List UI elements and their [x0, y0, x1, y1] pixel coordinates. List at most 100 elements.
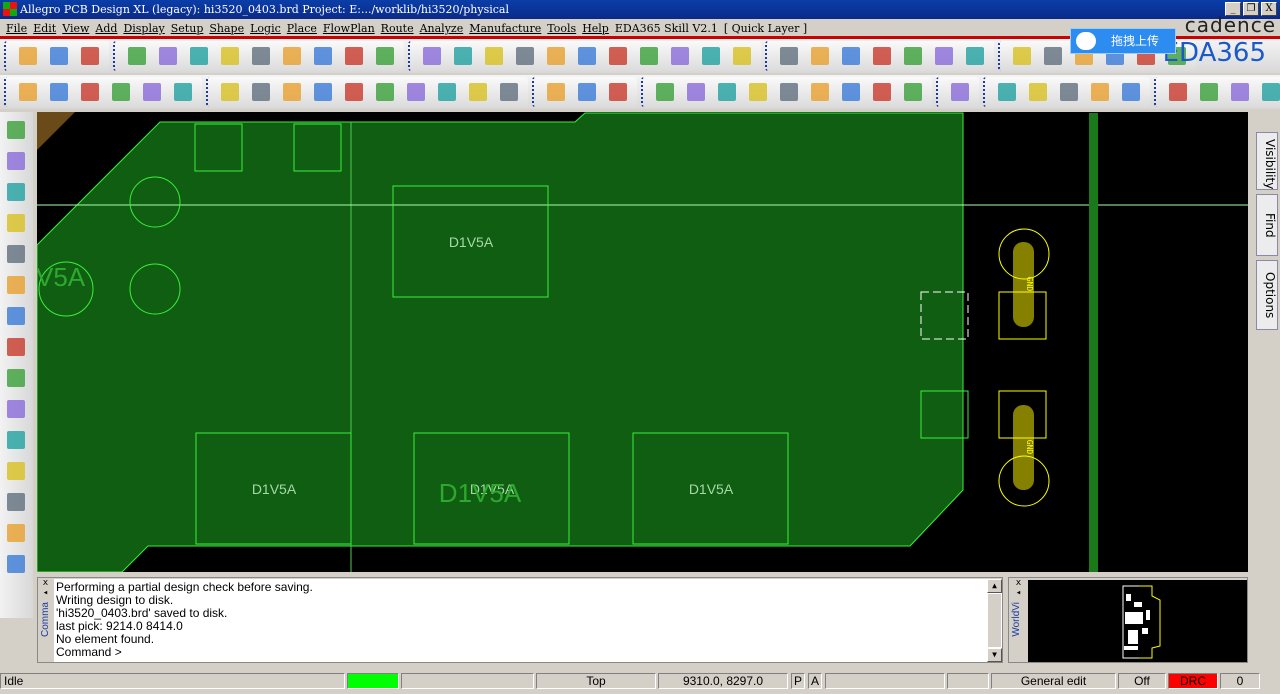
- edit-text-button[interactable]: [2, 551, 30, 577]
- delete-shape-button[interactable]: [495, 79, 522, 105]
- report-button[interactable]: [993, 79, 1020, 105]
- menu-add[interactable]: Add: [95, 22, 117, 35]
- layer-5-button[interactable]: [138, 79, 165, 105]
- collapse-icon[interactable]: ◂: [1011, 588, 1026, 598]
- open-folder-button[interactable]: [45, 43, 72, 69]
- line-button[interactable]: [2, 458, 30, 484]
- save-button[interactable]: [76, 43, 103, 69]
- menu-flowplan[interactable]: FlowPlan: [323, 22, 375, 35]
- down-arrow-button[interactable]: [247, 43, 274, 69]
- pin-button[interactable]: [371, 43, 398, 69]
- mail-button[interactable]: [1226, 79, 1253, 105]
- circle-button[interactable]: [278, 79, 305, 105]
- array-button[interactable]: [899, 79, 926, 105]
- help-button[interactable]: [1257, 79, 1280, 105]
- tab-options[interactable]: Options: [1256, 260, 1278, 330]
- add-text-button[interactable]: [2, 520, 30, 546]
- new-file-button[interactable]: [14, 43, 41, 69]
- menu-analyze[interactable]: Analyze: [420, 22, 464, 35]
- layer-2-button[interactable]: [45, 79, 72, 105]
- flip-view-button[interactable]: [728, 43, 755, 69]
- wrench-button[interactable]: [713, 79, 740, 105]
- round-square-button[interactable]: [433, 79, 460, 105]
- zoom-grid-button[interactable]: [418, 43, 445, 69]
- undo-button[interactable]: [216, 43, 243, 69]
- measure-button[interactable]: [1039, 43, 1066, 69]
- color-button[interactable]: [806, 43, 833, 69]
- menu-eda365-skill-v2-1[interactable]: EDA365 Skill V2.1: [615, 22, 718, 35]
- menu-quick-layer[interactable]: [ Quick Layer ]: [724, 22, 807, 35]
- menu-file[interactable]: File: [6, 22, 27, 35]
- delay-tune-button[interactable]: [2, 272, 30, 298]
- select-arrow-button[interactable]: [309, 79, 336, 105]
- menu-setup[interactable]: Setup: [171, 22, 204, 35]
- layers-button[interactable]: [837, 43, 864, 69]
- a-button[interactable]: A: [808, 673, 822, 689]
- move-button[interactable]: [123, 43, 150, 69]
- bus-button[interactable]: [2, 365, 30, 391]
- custom-route-button[interactable]: [2, 427, 30, 453]
- 3d-view-button[interactable]: [697, 43, 724, 69]
- rect-button[interactable]: [247, 79, 274, 105]
- menu-edit[interactable]: Edit: [33, 22, 56, 35]
- refresh-button[interactable]: [666, 43, 693, 69]
- menu-view[interactable]: View: [62, 22, 89, 35]
- via-array-button[interactable]: [2, 396, 30, 422]
- component-button[interactable]: [542, 79, 569, 105]
- rotate-button[interactable]: [371, 79, 398, 105]
- tab-find[interactable]: Find: [1256, 194, 1278, 256]
- close-panel-icon[interactable]: x: [38, 578, 53, 588]
- zoom-out-button[interactable]: [573, 43, 600, 69]
- shape-rect-button[interactable]: [340, 79, 367, 105]
- book-button[interactable]: [1024, 79, 1051, 105]
- menu-route[interactable]: Route: [381, 22, 414, 35]
- scroll-thumb[interactable]: [987, 593, 1002, 648]
- net-route-button[interactable]: [946, 79, 973, 105]
- zoom-points-button[interactable]: [480, 43, 507, 69]
- refdes-renumber-button[interactable]: [775, 79, 802, 105]
- globe-button[interactable]: [340, 43, 367, 69]
- chip-grid-button[interactable]: [837, 79, 864, 105]
- menu-place[interactable]: Place: [287, 22, 317, 35]
- command-output[interactable]: Performing a partial design check before…: [54, 579, 987, 662]
- rectangle-button[interactable]: [2, 489, 30, 515]
- layer-4-button[interactable]: [107, 79, 134, 105]
- layer-3-button[interactable]: [76, 79, 103, 105]
- odb-button[interactable]: [651, 79, 678, 105]
- drag-upload-button[interactable]: 拖拽上传: [1070, 28, 1176, 54]
- dimension-vertical-button[interactable]: [573, 79, 600, 105]
- close-button[interactable]: X: [1261, 2, 1277, 16]
- envelope-button[interactable]: [1195, 79, 1222, 105]
- info-button[interactable]: [1008, 43, 1035, 69]
- u1-part-button[interactable]: [2, 148, 30, 174]
- command-scrollbar[interactable]: ▲ ▼: [987, 579, 1002, 662]
- dimension-horizontal-button[interactable]: [604, 79, 631, 105]
- menu-manufacture[interactable]: Manufacture: [469, 22, 541, 35]
- drc-indicator[interactable]: DRC: [1168, 673, 1218, 689]
- spread-button[interactable]: [2, 334, 30, 360]
- copy-button[interactable]: [154, 43, 181, 69]
- scroll-down-icon[interactable]: ▼: [987, 648, 1002, 662]
- application-mode[interactable]: General edit: [991, 673, 1116, 689]
- library-button[interactable]: [682, 79, 709, 105]
- p-button[interactable]: P: [791, 673, 805, 689]
- zoom-fit-grid-button[interactable]: [449, 43, 476, 69]
- down-arrow-2-button[interactable]: [309, 43, 336, 69]
- menu-display[interactable]: Display: [123, 22, 164, 35]
- slide-button[interactable]: [2, 241, 30, 267]
- list-button[interactable]: [806, 79, 833, 105]
- zoom-in-button[interactable]: [542, 43, 569, 69]
- redo-button[interactable]: [278, 43, 305, 69]
- route-connect-button[interactable]: [2, 210, 30, 236]
- dfa-table-button[interactable]: [930, 43, 957, 69]
- calendar-button[interactable]: [1055, 79, 1082, 105]
- delete-button[interactable]: [185, 43, 212, 69]
- zoom-center-button[interactable]: [635, 43, 662, 69]
- worldview-map[interactable]: [1028, 580, 1247, 662]
- scroll-up-icon[interactable]: ▲: [987, 579, 1002, 593]
- restore-button[interactable]: ❐: [1243, 2, 1259, 16]
- fanout-button[interactable]: [2, 303, 30, 329]
- zoom-fit-button[interactable]: [511, 43, 538, 69]
- menu-logic[interactable]: Logic: [250, 22, 281, 35]
- testpoint-button[interactable]: [868, 79, 895, 105]
